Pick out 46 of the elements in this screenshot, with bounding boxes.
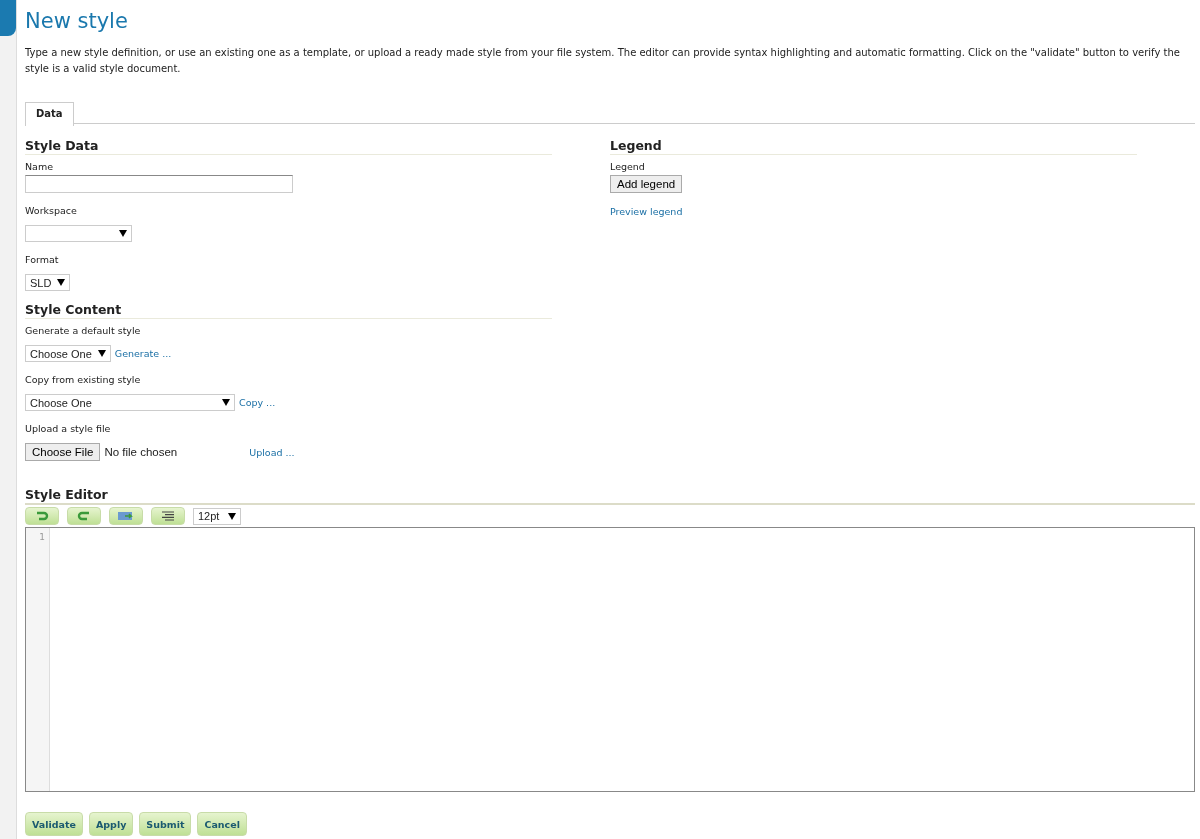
section-heading: Style Content	[25, 302, 552, 319]
section-heading: Style Editor	[25, 487, 1195, 505]
field-label: Generate a default style	[25, 325, 141, 337]
action-button[interactable]: Validate	[25, 812, 83, 836]
section-heading: Legend	[610, 138, 1137, 155]
copy-select[interactable]: Choose One	[25, 394, 235, 411]
action-button[interactable]: Apply	[88, 812, 134, 836]
image-icon	[118, 511, 134, 521]
section-heading: Style Data	[25, 138, 552, 155]
caret-icon	[57, 279, 66, 286]
caret-icon	[228, 512, 236, 520]
copy-link[interactable]: Copy ...	[239, 397, 276, 408]
redo-icon	[77, 511, 91, 521]
format-button[interactable]	[151, 507, 185, 525]
align-icon	[162, 511, 174, 521]
caret-icon	[97, 350, 106, 357]
line-number: 1	[38, 532, 45, 542]
workspace-select[interactable]	[25, 225, 132, 242]
field-label: Copy from existing style	[25, 374, 141, 386]
preview-legend-link[interactable]: Preview legend	[610, 206, 683, 217]
choose-file-button[interactable]: Choose File	[25, 443, 101, 461]
action-button[interactable]: Cancel	[197, 812, 247, 836]
image-button[interactable]	[109, 507, 143, 525]
field-label: Workspace	[25, 205, 77, 217]
undo-button[interactable]	[25, 507, 59, 525]
redo-button[interactable]	[67, 507, 101, 525]
tab[interactable]: Data	[25, 102, 74, 126]
field-label: Legend	[610, 161, 645, 173]
field-label: Format	[25, 254, 59, 266]
field-label: Upload a style file	[25, 423, 111, 435]
action-button[interactable]: Submit	[139, 812, 192, 836]
caret-icon	[222, 399, 230, 406]
font-size-select[interactable]: 12pt	[193, 507, 241, 525]
description: Type a new style definition, or use an existing one as a template, or upload a ready made style from your file system. The editor can provide syntax highlighting and automatic formatting. Click on the "validate" button to verify the style is a valid style document.	[25, 46, 1181, 76]
undo-icon	[35, 511, 49, 521]
name-input[interactable]	[25, 175, 293, 193]
format-select[interactable]: SLD	[25, 274, 71, 291]
add-legend-button[interactable]: Add legend	[610, 175, 683, 193]
generate-link[interactable]: Generate ...	[114, 348, 172, 359]
generate-select[interactable]: Choose One	[25, 345, 111, 362]
sidebar-corner	[0, 0, 16, 36]
field-label: Name	[25, 161, 54, 173]
page-title: New style	[25, 9, 129, 33]
upload-link[interactable]: Upload ...	[249, 446, 295, 458]
caret-icon	[119, 230, 127, 237]
file-status: No file chosen	[104, 446, 178, 458]
